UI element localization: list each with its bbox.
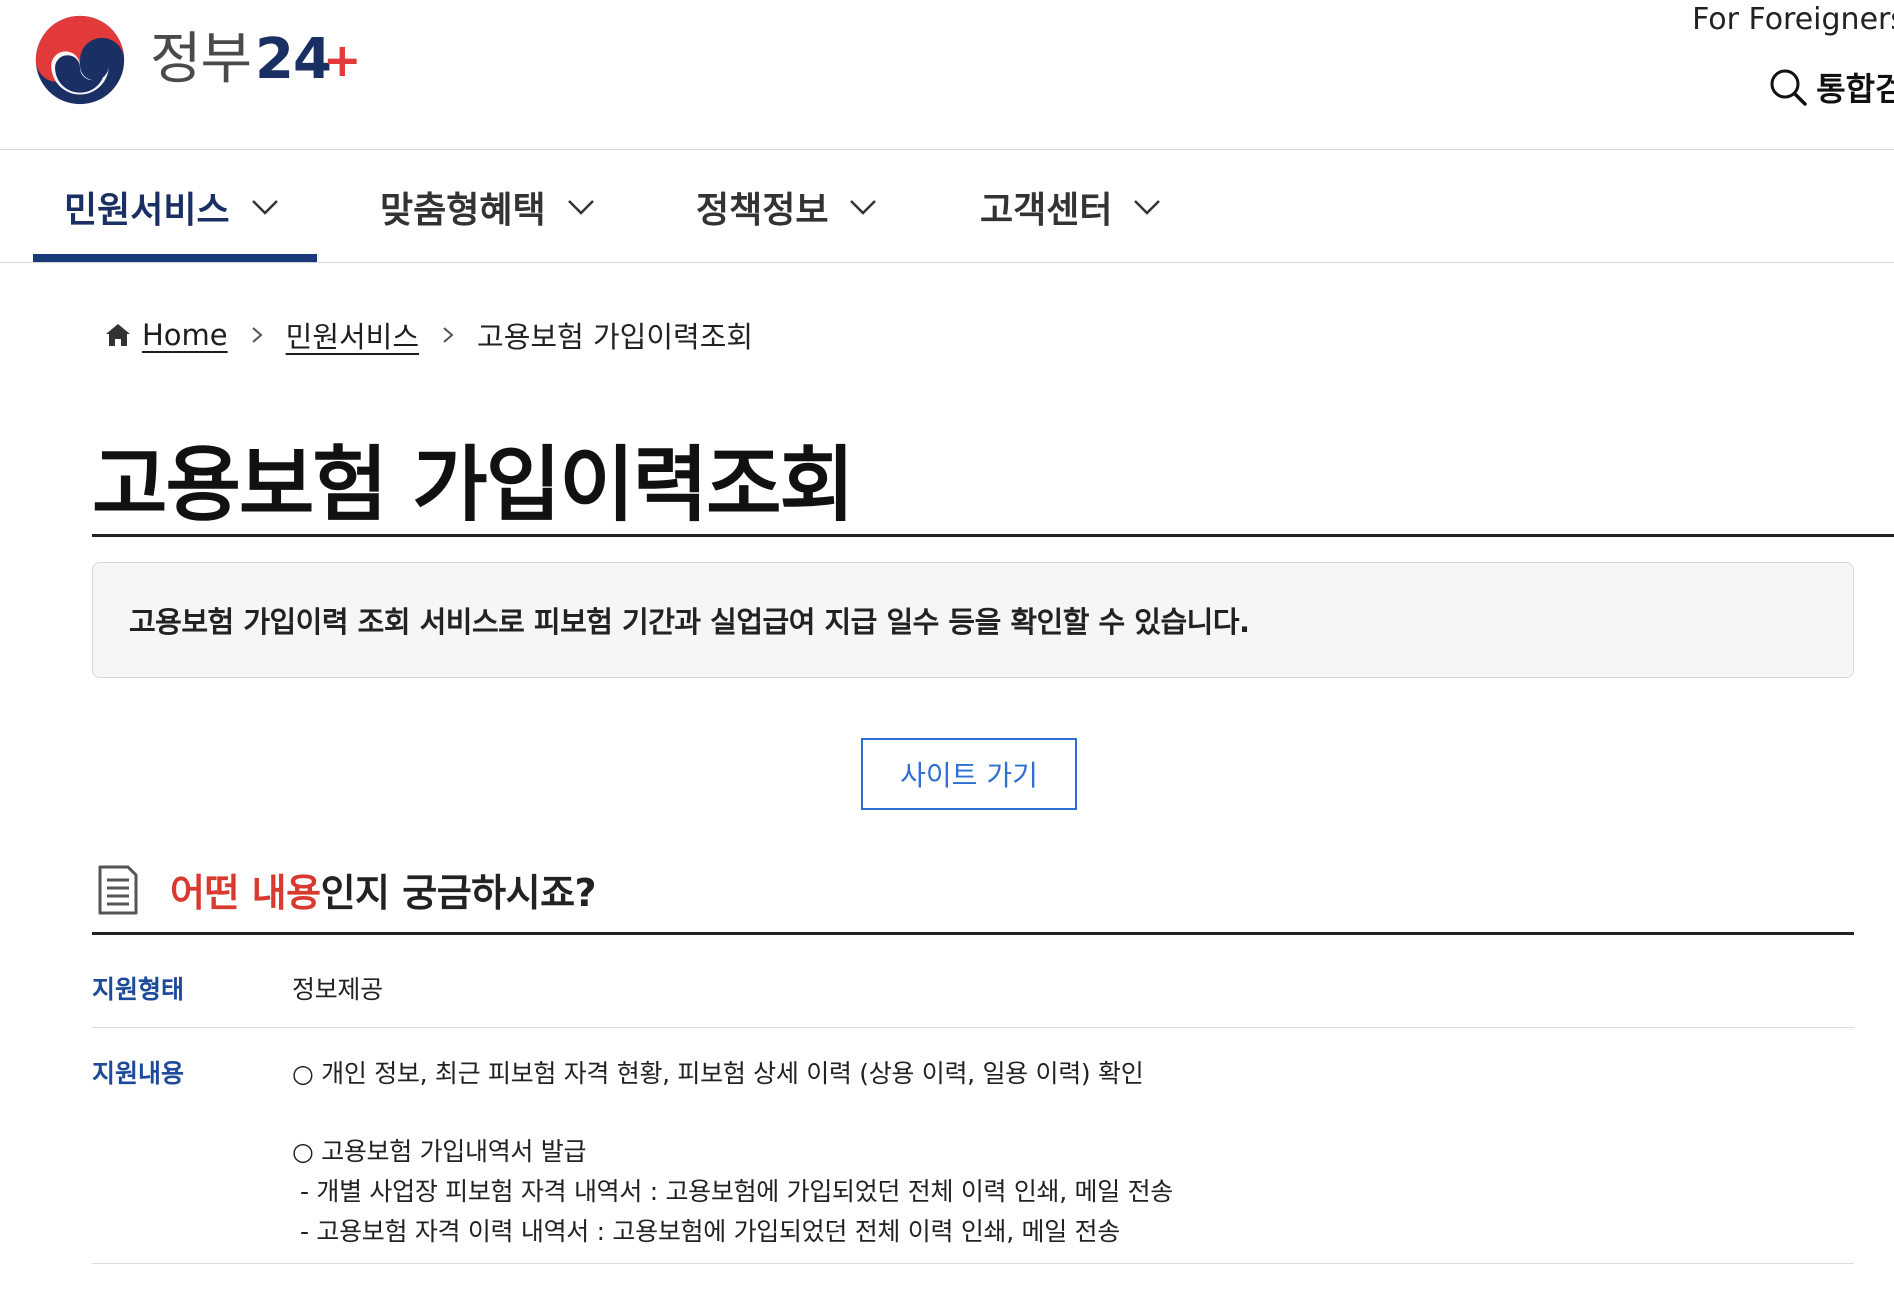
section-title-rest: 인지 궁금하시죠? (320, 871, 597, 915)
nav-item-civil-services[interactable]: 민원서비스 (64, 151, 280, 263)
info-value-line: ○ 개인 정보, 최근 피보험 자격 현황, 피보험 상세 이력 (상용 이력,… (292, 1059, 1144, 1088)
nav-item-label: 민원서비스 (64, 190, 230, 231)
logo-text-kor: 정부 (150, 27, 252, 92)
info-row-support-content: 지원내용 ○ 개인 정보, 최근 피보험 자격 현황, 피보험 상세 이력 (상… (92, 1028, 1854, 1264)
section-divider (92, 932, 1854, 935)
section-title-accent: 어떤 내용 (170, 871, 321, 915)
chevron-right-icon (443, 327, 454, 343)
nav-item-custom-benefits[interactable]: 맞춤형혜택 (380, 151, 596, 263)
go-to-site-button[interactable]: 사이트 가기 (861, 738, 1077, 810)
for-foreigners-link[interactable]: For Foreigners (1692, 2, 1894, 37)
search-label: 통합검색 (1816, 70, 1894, 108)
chevron-right-icon (251, 327, 263, 343)
section-heading: 어떤 내용인지 궁금하시죠? (96, 862, 597, 917)
info-label: 지원형태 (92, 975, 185, 1004)
info-row-support-type: 지원형태 정보제공 (92, 936, 1854, 1028)
breadcrumb-home-link[interactable]: Home (142, 318, 228, 352)
chevron-down-icon (1134, 200, 1161, 215)
logo-plus-mark: + (322, 33, 362, 87)
info-value-line: - 고용보험 자격 이력 내역서 : 고용보험에 가입되었던 전체 이력 인쇄,… (300, 1217, 1120, 1246)
taegeuk-emblem-icon (35, 15, 125, 105)
main-nav: 민원서비스 맞춤형혜택 정책정보 고객센터 (0, 151, 1894, 263)
summary-text: 고용보험 가입이력 조회 서비스로 피보험 기간과 실업급여 지급 일수 등을 … (129, 605, 1250, 639)
gov24-logo[interactable]: 정부 24 + (32, 12, 362, 108)
section-title: 어떤 내용인지 궁금하시죠? (170, 862, 597, 917)
title-divider (92, 534, 1894, 537)
info-label: 지원내용 (92, 1059, 185, 1088)
home-icon (106, 324, 130, 346)
nav-active-indicator (33, 254, 317, 262)
document-icon (98, 865, 138, 914)
nav-item-label: 고객센터 (980, 190, 1113, 231)
breadcrumb-current: 고용보험 가입이력조회 (477, 320, 754, 354)
page-title: 고용보험 가입이력조회 (92, 438, 855, 533)
info-value: 정보제공 (292, 975, 383, 1004)
breadcrumb-civil-services-link[interactable]: 민원서비스 (286, 314, 419, 356)
search-icon (1770, 69, 1807, 106)
logo-text-number: 24 (255, 27, 332, 92)
chevron-down-icon (850, 200, 877, 215)
chevron-down-icon (251, 200, 278, 215)
summary-box: 고용보험 가입이력 조회 서비스로 피보험 기간과 실업급여 지급 일수 등을 … (92, 562, 1854, 678)
info-value-line: - 개별 사업장 피보험 자격 내역서 : 고용보험에 가입되었던 전체 이력 … (300, 1177, 1174, 1206)
nav-item-policy-info[interactable]: 정책정보 (696, 151, 878, 263)
nav-item-label: 맞춤형혜택 (380, 190, 546, 231)
breadcrumb: Home 민원서비스 고용보험 가입이력조회 (104, 314, 753, 356)
integrated-search-button[interactable]: 통합검색 (1768, 64, 1894, 110)
info-value-line: ○ 고용보험 가입내역서 발급 (292, 1137, 587, 1166)
chevron-down-icon (567, 200, 594, 215)
site-header: 정부 24 + For Foreigners 통합검색 (0, 0, 1894, 150)
nav-item-customer-center[interactable]: 고객센터 (980, 151, 1162, 263)
page: 정부 24 + For Foreigners 통합검색 민원서비스 맞춤형혜택 … (0, 0, 1894, 1292)
nav-item-label: 정책정보 (696, 190, 829, 231)
logo-wordmark: 정부 24 + (150, 27, 362, 92)
